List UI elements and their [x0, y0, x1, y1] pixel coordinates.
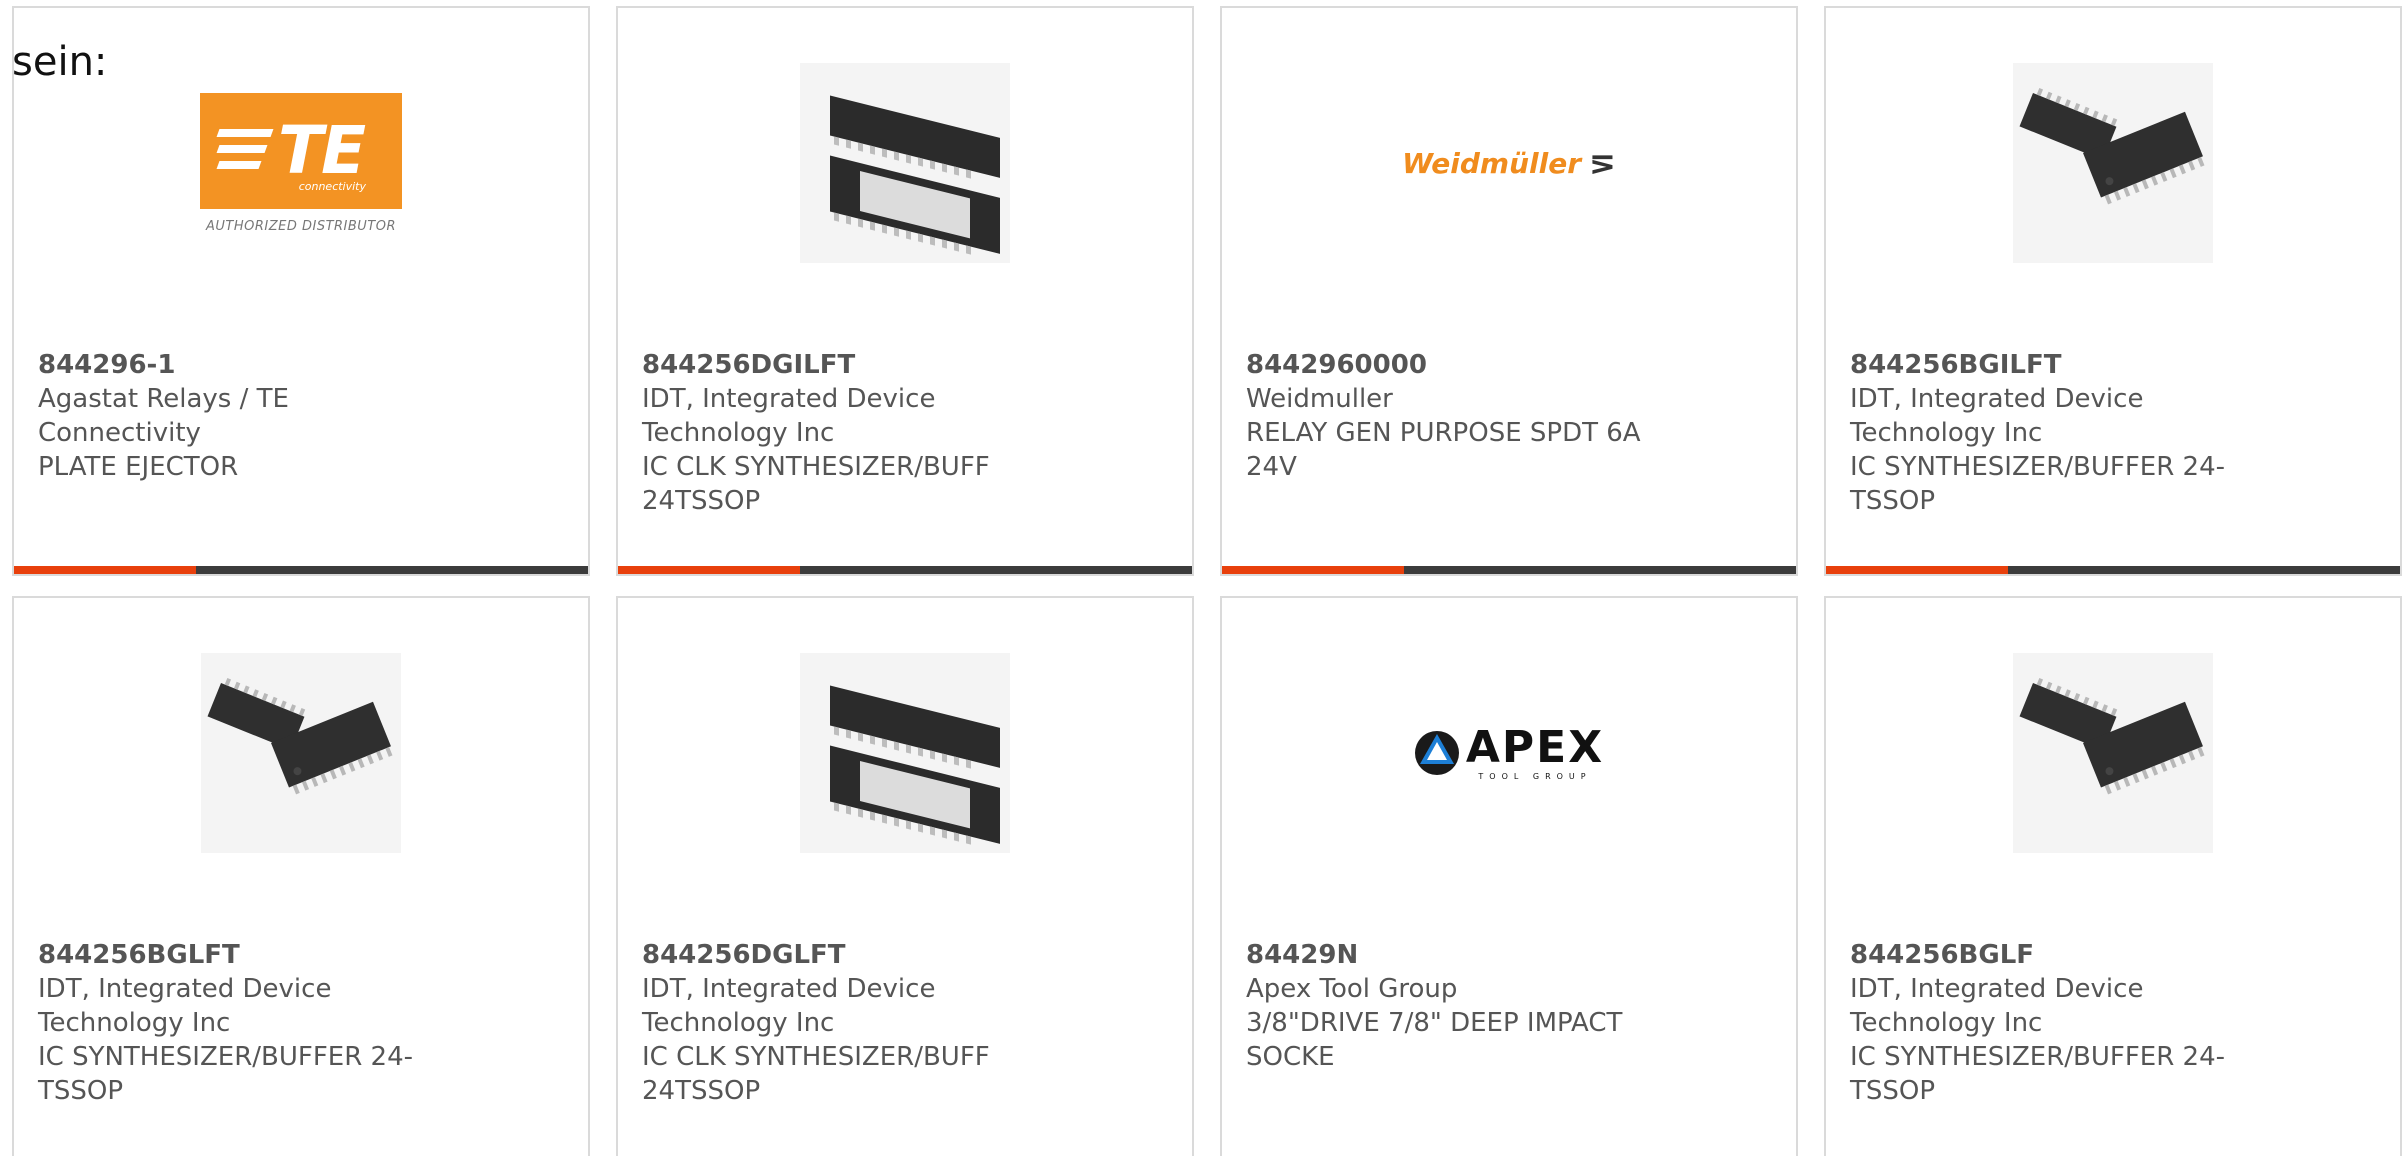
product-image: [14, 638, 588, 868]
product-image: [1826, 48, 2400, 278]
tssop-chip-icon: [2013, 653, 2213, 853]
product-info: 8442960000 Weidmuller RELAY GEN PURPOSE …: [1246, 348, 1666, 484]
part-number[interactable]: 844256BGILFT: [1850, 348, 2270, 382]
product-info: 844256DGILFT IDT, Integrated Device Tech…: [642, 348, 1062, 518]
card-bottom-bar: [1826, 566, 2400, 574]
manufacturer: IDT, Integrated Device Technology Inc: [1850, 384, 2144, 448]
product-image: APEX TOOL GROUP: [1222, 638, 1796, 868]
tssop-exposed-pad-chip-icon: [800, 63, 1010, 263]
tssop-exposed-pad-chip-icon: [800, 653, 1010, 853]
manufacturer: Weidmuller: [1246, 384, 1393, 414]
weidmuller-logo: Weidmüller ⋝: [1402, 144, 1616, 182]
product-card[interactable]: APEX TOOL GROUP 84429N Apex Tool Group 3…: [1220, 596, 1798, 1156]
part-number[interactable]: 8442960000: [1246, 348, 1666, 382]
part-number[interactable]: 844256DGLFT: [642, 938, 1062, 972]
product-grid-page: sein: TE connectivity AUTHORIZED DISTRIB…: [0, 0, 2405, 1156]
part-number[interactable]: 844256BGLF: [1850, 938, 2270, 972]
manufacturer: IDT, Integrated Device Technology Inc: [642, 384, 936, 448]
description: IC SYNTHESIZER/BUFFER 24-TSSOP: [1850, 452, 2226, 516]
product-image: [1826, 638, 2400, 868]
description: 3/8"DRIVE 7/8" DEEP IMPACT SOCKE: [1246, 1008, 1623, 1072]
apex-globe-icon: [1414, 731, 1459, 775]
product-card[interactable]: 844256DGLFT IDT, Integrated Device Techn…: [616, 596, 1194, 1156]
product-card[interactable]: 844256BGLF IDT, Integrated Device Techno…: [1824, 596, 2402, 1156]
part-number[interactable]: 84429N: [1246, 938, 1666, 972]
manufacturer: IDT, Integrated Device Technology Inc: [1850, 974, 2144, 1038]
card-bottom-bar: [1222, 566, 1796, 574]
product-card[interactable]: 844256BGLFT IDT, Integrated Device Techn…: [12, 596, 590, 1156]
product-info: 844256DGLFT IDT, Integrated Device Techn…: [642, 938, 1062, 1108]
part-number[interactable]: 844256BGLFT: [38, 938, 458, 972]
product-image: Weidmüller ⋝: [1222, 48, 1796, 278]
product-info: 844296-1 Agastat Relays / TE Connectivit…: [38, 348, 458, 484]
description: IC CLK SYNTHESIZER/BUFF 24TSSOP: [642, 452, 990, 516]
product-info: 84429N Apex Tool Group 3/8"DRIVE 7/8" DE…: [1246, 938, 1666, 1074]
description: IC CLK SYNTHESIZER/BUFF 24TSSOP: [642, 1042, 990, 1106]
lead-text: sein:: [12, 39, 108, 85]
tssop-chip-icon: [2013, 63, 2213, 263]
part-number[interactable]: 844296-1: [38, 348, 458, 382]
product-image: [618, 48, 1192, 278]
manufacturer: IDT, Integrated Device Technology Inc: [642, 974, 936, 1038]
product-card[interactable]: 844256DGILFT IDT, Integrated Device Tech…: [616, 6, 1194, 576]
manufacturer: Agastat Relays / TE Connectivity: [38, 384, 289, 448]
tssop-chip-icon: [201, 653, 401, 853]
te-connectivity-logo: TE connectivity AUTHORIZED DISTRIBUTOR: [200, 92, 402, 234]
description: IC SYNTHESIZER/BUFFER 24-TSSOP: [1850, 1042, 2226, 1106]
description: RELAY GEN PURPOSE SPDT 6A 24V: [1246, 418, 1641, 482]
description: PLATE EJECTOR: [38, 452, 239, 482]
apex-tool-group-logo: APEX TOOL GROUP: [1414, 725, 1604, 781]
product-info: 844256BGLF IDT, Integrated Device Techno…: [1850, 938, 2270, 1108]
product-card[interactable]: TE connectivity AUTHORIZED DISTRIBUTOR 8…: [12, 6, 590, 576]
card-bottom-bar: [618, 566, 1192, 574]
description: IC SYNTHESIZER/BUFFER 24-TSSOP: [38, 1042, 414, 1106]
product-card[interactable]: Weidmüller ⋝ 8442960000 Weidmuller RELAY…: [1220, 6, 1798, 576]
product-info: 844256BGLFT IDT, Integrated Device Techn…: [38, 938, 458, 1108]
card-bottom-bar: [14, 566, 588, 574]
product-image: [618, 638, 1192, 868]
part-number[interactable]: 844256DGILFT: [642, 348, 1062, 382]
product-card[interactable]: 844256BGILFT IDT, Integrated Device Tech…: [1824, 6, 2402, 576]
manufacturer: IDT, Integrated Device Technology Inc: [38, 974, 332, 1038]
manufacturer: Apex Tool Group: [1246, 974, 1458, 1004]
product-info: 844256BGILFT IDT, Integrated Device Tech…: [1850, 348, 2270, 518]
